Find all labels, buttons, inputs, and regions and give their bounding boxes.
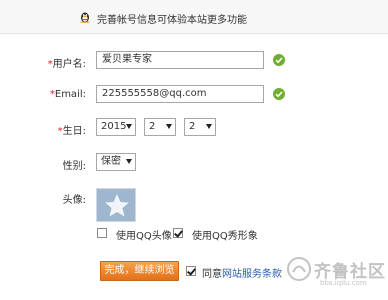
- birthday-year-select[interactable]: 2015: [96, 118, 136, 136]
- check-circle-icon: [273, 54, 285, 66]
- username-input[interactable]: 爱贝果专家: [96, 51, 264, 69]
- check-circle-icon: [273, 88, 285, 100]
- watermark: 齐鲁社区 bbs.iqilu.com: [286, 254, 385, 292]
- chevron-down-icon: [166, 124, 172, 129]
- use-qq-avatar-label: 使用QQ头像: [116, 231, 172, 242]
- gender-label: 性别:: [62, 161, 86, 172]
- watermark-url: bbs.iqilu.com: [320, 279, 367, 287]
- birthday-year-value: 2015: [101, 121, 127, 132]
- username-label-text: 用户名:: [52, 59, 86, 70]
- chevron-down-icon: [126, 159, 132, 164]
- use-qq-show-label: 使用QQ秀形象: [192, 231, 258, 242]
- email-input[interactable]: 225555558@qq.com: [96, 85, 264, 103]
- community-logo-icon: [287, 257, 311, 281]
- notice-bar: 完善帐号信息可体验本站更多功能: [0, 0, 388, 34]
- birthday-label: *生日:: [0, 122, 86, 137]
- email-label: *Email:: [0, 89, 86, 100]
- gender-value: 保密: [101, 156, 121, 167]
- birthday-month-value: 2: [149, 121, 156, 132]
- birthday-day-select[interactable]: 2: [184, 118, 216, 136]
- agree-terms-text: 同意网站服务条款: [202, 265, 282, 280]
- chevron-down-icon: [126, 124, 132, 129]
- gender-select[interactable]: 保密: [96, 153, 136, 171]
- email-label-text: Email:: [54, 89, 86, 100]
- username-label: *用户名:: [0, 55, 86, 70]
- agree-prefix: 同意: [202, 269, 222, 280]
- birthday-month-select[interactable]: 2: [144, 118, 176, 136]
- qq-penguin-icon: [80, 12, 90, 23]
- agree-terms-checkbox[interactable]: [186, 266, 196, 276]
- submit-continue-button[interactable]: 完成，继续浏览: [100, 261, 179, 281]
- use-qq-avatar-checkbox[interactable]: [97, 228, 107, 238]
- terms-link[interactable]: 网站服务条款: [222, 269, 282, 280]
- register-completion-form: 完善帐号信息可体验本站更多功能 *用户名: 爱贝果专家 *Email: 2255…: [0, 0, 388, 300]
- birthday-day-value: 2: [189, 121, 196, 132]
- star-avatar-icon: [105, 194, 129, 217]
- avatar-label: 头像:: [62, 195, 86, 206]
- chevron-down-icon: [206, 124, 212, 129]
- birthday-label-text: 生日:: [62, 126, 86, 137]
- notice-text: 完善帐号信息可体验本站更多功能: [97, 15, 247, 26]
- avatar: [96, 188, 136, 222]
- use-qq-show-checkbox[interactable]: [173, 228, 183, 238]
